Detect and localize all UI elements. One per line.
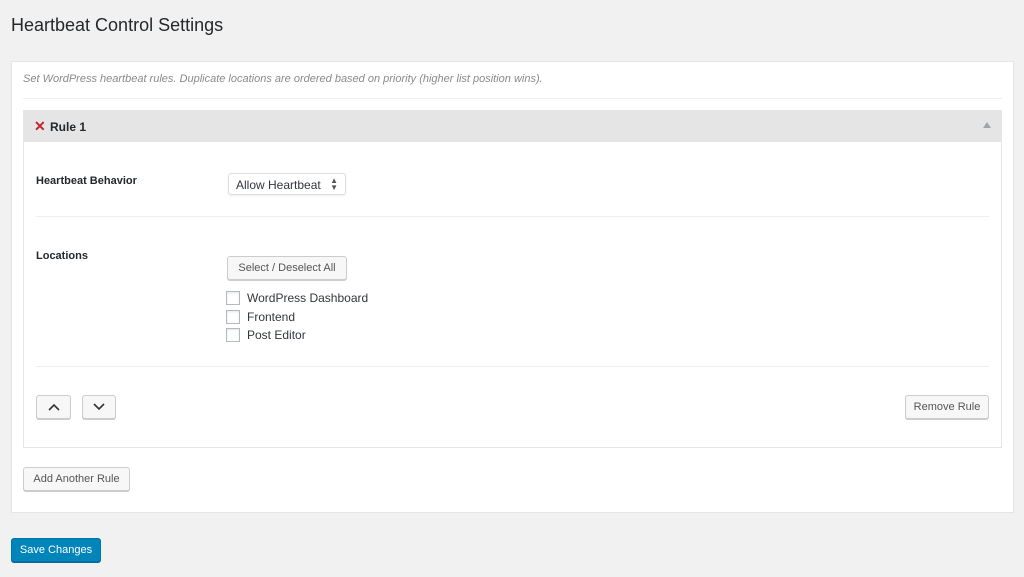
location-checkbox-frontend[interactable]: Frontend	[226, 310, 295, 324]
divider	[36, 366, 989, 367]
chevron-down-icon	[93, 403, 105, 411]
location-checkbox-dashboard[interactable]: WordPress Dashboard	[226, 291, 368, 305]
rule-box: ✕ Rule 1	[23, 110, 1002, 448]
checkbox-label: Post Editor	[247, 328, 306, 342]
location-checkbox-post-editor[interactable]: Post Editor	[226, 328, 306, 342]
checkbox-label: Frontend	[247, 310, 296, 324]
behavior-label: Heartbeat Behavior	[36, 175, 137, 187]
divider	[23, 98, 1002, 99]
checkbox[interactable]	[226, 291, 240, 305]
rule-header[interactable]: ✕ Rule 1	[24, 111, 1001, 142]
save-changes-button[interactable]: Save Changes	[11, 538, 101, 562]
close-icon[interactable]: ✕	[34, 118, 46, 135]
chevron-up-icon	[47, 403, 60, 411]
checkbox[interactable]	[226, 328, 240, 342]
page-title: Heartbeat Control Settings	[11, 15, 224, 35]
remove-rule-button[interactable]: Remove Rule	[905, 395, 989, 419]
collapse-triangle-icon[interactable]	[983, 122, 991, 128]
checkbox[interactable]	[226, 310, 240, 324]
checkbox-label: WordPress Dashboard	[247, 291, 369, 305]
move-down-button[interactable]	[82, 395, 116, 419]
behavior-select[interactable]: Allow Heartbeat ▲ ▼	[228, 173, 346, 195]
select-deselect-all-button[interactable]: Select / Deselect All	[227, 256, 347, 280]
select-arrows-icon: ▲ ▼	[330, 176, 338, 192]
divider	[36, 216, 989, 217]
add-rule-button[interactable]: Add Another Rule	[23, 467, 130, 491]
rule-title: Rule 1	[50, 120, 87, 134]
description: Set WordPress heartbeat rules. Duplicate…	[23, 73, 543, 85]
move-up-button[interactable]	[36, 395, 71, 419]
locations-label: Locations	[36, 250, 88, 262]
behavior-select-value: Allow Heartbeat	[236, 178, 321, 192]
